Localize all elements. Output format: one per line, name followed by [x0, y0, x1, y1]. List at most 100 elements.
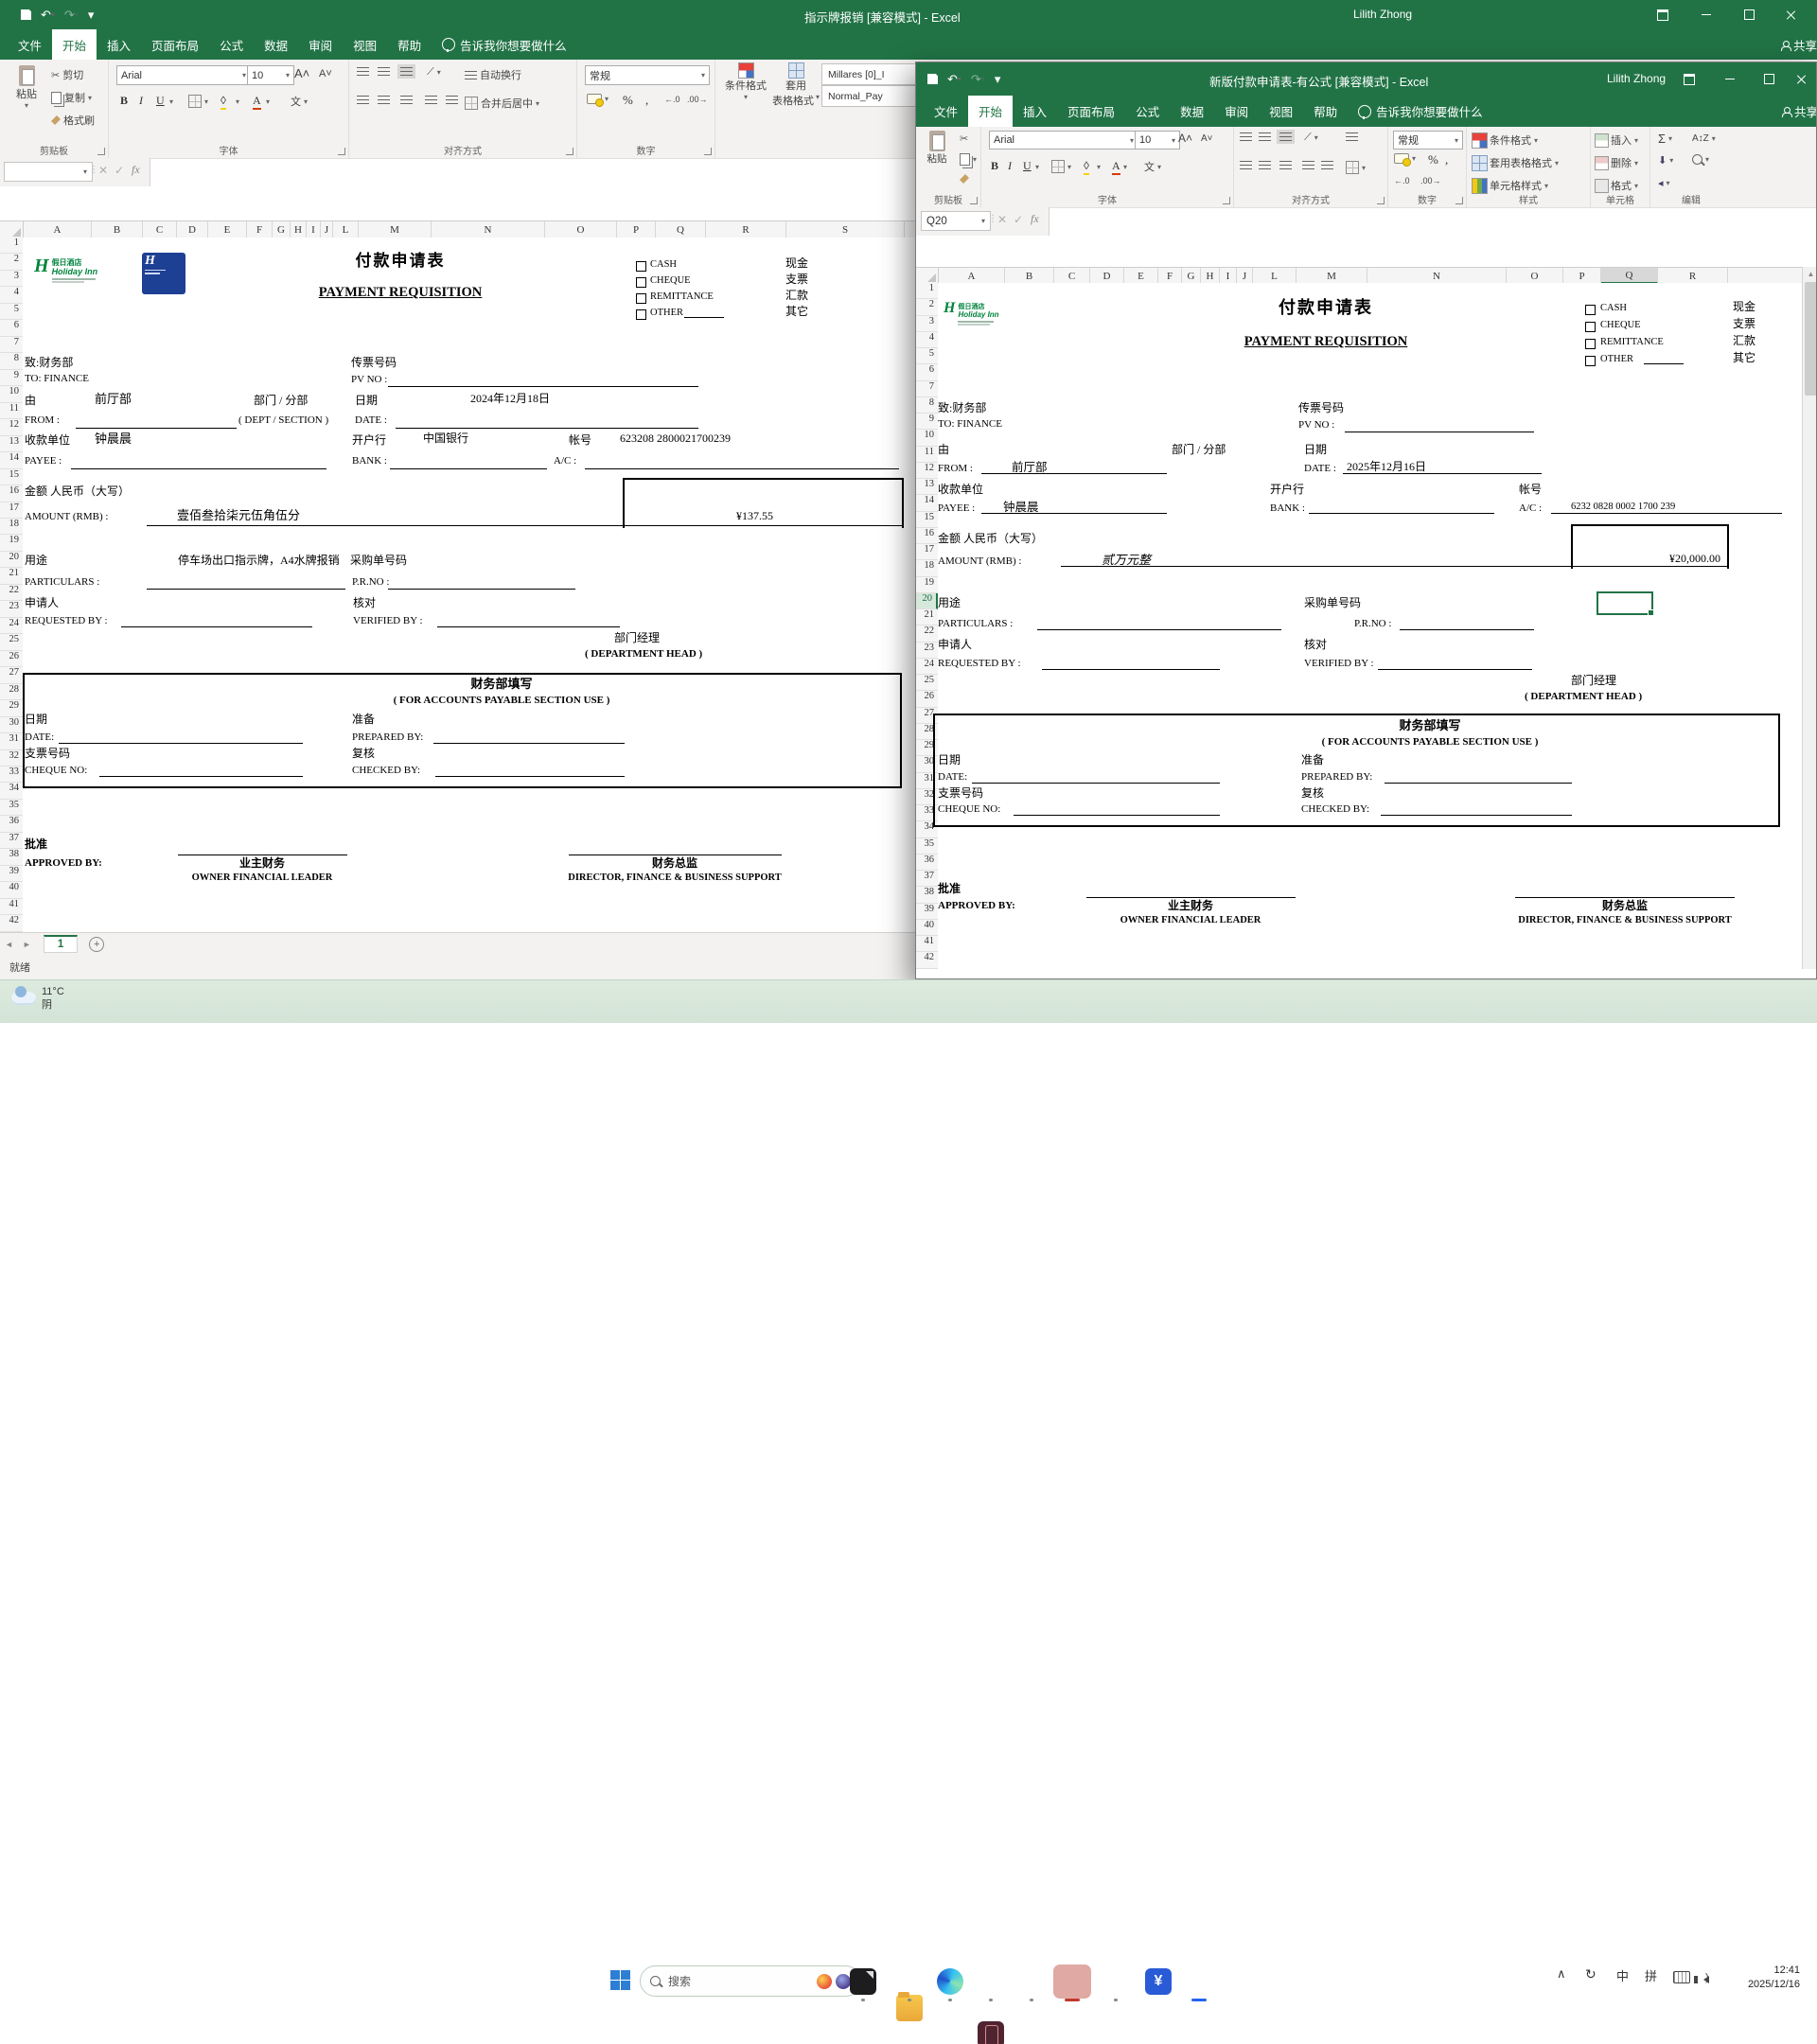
shrink-font-button[interactable]: A˅ [1201, 133, 1213, 144]
row-header[interactable]: 17 [916, 544, 938, 560]
align-left-button[interactable] [1240, 161, 1252, 169]
ribbon-tab[interactable]: 页面布局 [1057, 96, 1125, 127]
vertical-scrollbar[interactable]: ▲ [1802, 267, 1817, 969]
column-header[interactable]: E [1124, 268, 1158, 284]
ribbon-tab[interactable]: 审阅 [298, 29, 343, 60]
ribbon-display-options-button[interactable] [1673, 62, 1705, 96]
column-header[interactable]: C [143, 221, 177, 238]
column-header[interactable]: D [177, 221, 208, 238]
ribbon-tab[interactable]: 视图 [343, 29, 387, 60]
column-header[interactable]: M [359, 221, 432, 238]
font-color-dropdown[interactable]: ▾ [1123, 163, 1127, 171]
column-header[interactable]: G [273, 221, 291, 238]
row-header[interactable]: 32 [0, 750, 23, 766]
row-header[interactable]: 18 [0, 519, 23, 535]
row-header[interactable]: 40 [0, 882, 23, 898]
align-right-button[interactable] [400, 96, 413, 104]
underline-dropdown[interactable]: ▾ [1035, 163, 1039, 171]
increase-decimal-button[interactable]: ←.0 [664, 95, 680, 104]
scrollbar-thumb[interactable] [1805, 282, 1817, 396]
font-size-combo[interactable]: 10▾ [247, 65, 294, 85]
row-header[interactable]: 13 [916, 479, 938, 495]
row-header[interactable]: 13 [0, 436, 23, 452]
number-dialog-launcher[interactable] [704, 148, 712, 155]
percent-style-button[interactable]: % [623, 93, 633, 108]
tray-chevron-icon[interactable]: ∧ [1557, 1966, 1566, 1982]
font-name-combo[interactable]: Arial▾ [116, 65, 251, 85]
row-header[interactable]: 38 [916, 887, 938, 903]
align-bottom-button[interactable] [400, 67, 413, 76]
number-dialog-launcher[interactable] [1455, 197, 1463, 204]
sheet-nav-left-icon[interactable]: ◄ [0, 940, 18, 949]
left-user-name[interactable]: Lilith Zhong [1353, 8, 1412, 21]
row-header[interactable]: 38 [0, 849, 23, 865]
row-header[interactable]: 39 [916, 904, 938, 920]
decrease-decimal-button[interactable]: .00→ [1420, 176, 1441, 185]
minimize-button[interactable] [1714, 62, 1746, 96]
row-header[interactable]: 24 [0, 618, 23, 634]
row-header[interactable]: 14 [916, 495, 938, 511]
merge-center-button[interactable]: ▾ [1346, 161, 1366, 174]
grow-font-button[interactable]: A˄ [294, 66, 309, 80]
bold-button[interactable]: B [120, 94, 128, 108]
scroll-up-icon[interactable]: ▲ [1803, 270, 1817, 278]
number-format-combo[interactable]: 常规▾ [1393, 131, 1463, 150]
row-header[interactable]: 3 [0, 271, 23, 287]
row-header[interactable]: 3 [916, 316, 938, 332]
minimize-button[interactable] [1690, 0, 1722, 29]
cancel-icon[interactable]: ✕ [997, 213, 1007, 226]
merge-center-button[interactable]: 合并后居中▾ [465, 96, 539, 111]
sync-tray-icon[interactable]: ↻ [1585, 1966, 1596, 1982]
row-header[interactable]: 21 [0, 568, 23, 584]
redo-icon[interactable]: ↷▾ [971, 73, 985, 85]
row-header[interactable]: 11 [916, 447, 938, 463]
column-header[interactable]: Q [656, 221, 706, 238]
row-header[interactable]: 24 [916, 659, 938, 675]
align-middle-button[interactable] [378, 67, 390, 76]
enter-icon[interactable]: ✓ [115, 164, 124, 177]
column-header[interactable]: I [1220, 268, 1237, 284]
column-header[interactable]: R [1658, 268, 1728, 284]
row-header[interactable]: 33 [916, 805, 938, 821]
ribbon-tab[interactable]: 帮助 [1303, 96, 1348, 127]
column-header[interactable]: F [247, 221, 273, 238]
italic-button[interactable]: I [1008, 159, 1012, 173]
column-header[interactable]: L [333, 221, 359, 238]
cell-styles-button[interactable]: 单元格样式▾ [1473, 178, 1548, 193]
ribbon-tab[interactable]: 插入 [1013, 96, 1057, 127]
row-header[interactable]: 23 [916, 643, 938, 659]
row-header[interactable]: 26 [916, 691, 938, 707]
increase-indent-button[interactable] [446, 96, 458, 104]
row-header[interactable]: 16 [0, 485, 23, 502]
search-box[interactable]: 搜索 [640, 1965, 861, 1997]
name-box[interactable]: Q20▾ [921, 211, 991, 231]
find-select-button[interactable]: ▾ [1692, 154, 1709, 165]
row-header[interactable]: 37 [0, 833, 23, 849]
start-button[interactable] [610, 1970, 631, 1991]
increase-indent-button[interactable] [1321, 161, 1333, 169]
delete-cells-button[interactable]: 删除▾ [1596, 155, 1638, 170]
insert-function-icon[interactable]: fx [1031, 212, 1039, 226]
font-dialog-launcher[interactable] [338, 148, 345, 155]
align-top-button[interactable] [1240, 132, 1252, 141]
cut-button[interactable]: ✂ [960, 132, 968, 145]
insert-cells-button[interactable]: 插入▾ [1596, 132, 1638, 148]
conditional-formatting-button[interactable]: 条件格式▾ [1473, 132, 1538, 148]
row-header[interactable]: 11 [0, 403, 23, 419]
shrink-font-button[interactable]: A˅ [319, 68, 332, 79]
ribbon-tab[interactable]: 页面布局 [141, 29, 209, 60]
format-as-table-button[interactable]: 套用表格格式▾ [1473, 155, 1559, 170]
row-header[interactable]: 7 [0, 337, 23, 353]
notepad-app-icon[interactable] [850, 1968, 876, 1995]
row-header[interactable]: 20 [0, 552, 23, 568]
ribbon-tab[interactable]: 开始 [52, 29, 97, 60]
row-header[interactable]: 19 [916, 577, 938, 593]
row-header[interactable]: 9 [916, 414, 938, 430]
row-header[interactable]: 27 [916, 708, 938, 724]
tell-me-box[interactable]: 告诉我你想要做什么 [1348, 96, 1493, 127]
column-header[interactable]: O [545, 221, 617, 238]
row-header[interactable]: 22 [0, 585, 23, 601]
paste-button[interactable]: 粘贴▾ [6, 65, 47, 110]
new-sheet-icon[interactable]: + [89, 937, 104, 952]
align-center-button[interactable] [1259, 161, 1271, 169]
